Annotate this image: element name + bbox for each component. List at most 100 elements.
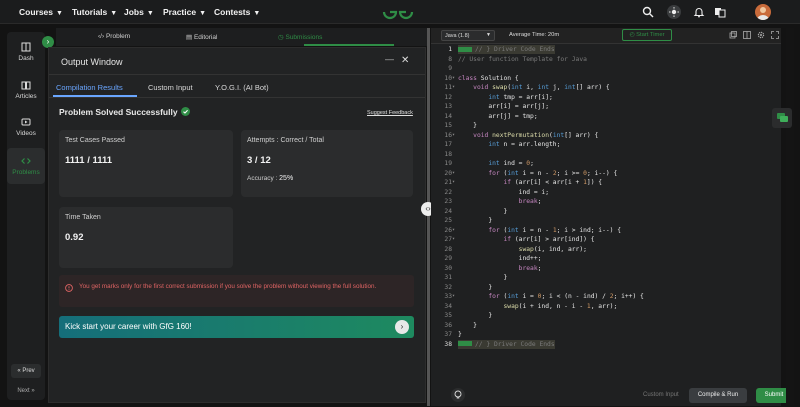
rail-item-problems[interactable]: Problems [7,148,45,184]
prev-button[interactable]: « Prev [11,364,41,378]
nav-jobs[interactable]: Jobs ▼ [124,7,154,17]
page-scrollbar[interactable] [786,28,794,406]
nav-contests-label: Contests [214,7,251,17]
fullscreen-icon[interactable] [771,31,779,39]
chat-button[interactable] [772,108,792,128]
fold-icon[interactable]: ▾ [452,131,455,140]
split-icon[interactable] [743,31,751,39]
code-area[interactable]: 1 // } Driver Code Ends 8 // User function … [431,45,781,373]
suggest-feedback-link[interactable]: Suggest Feedback [367,110,413,116]
theme-toggle-icon[interactable] [667,5,681,19]
line-number: 34 [444,302,452,310]
code-line[interactable]: 23 break; [431,197,781,206]
video-icon [21,118,31,126]
code-line[interactable]: 8 // User function Template for Java [431,55,781,64]
code-line[interactable]: 38 // } Driver Code Ends [431,339,781,349]
code-line[interactable]: 26 ▾ for (int i = n - 1; i > ind; i--) { [431,226,781,235]
code-line[interactable]: 30 break; [431,264,781,273]
language-select[interactable]: Java (1.8) ▼ [441,30,495,41]
minimize-button[interactable]: — [385,54,394,64]
code-line[interactable]: 28 swap(i, ind, arr); [431,245,781,254]
code-line[interactable]: 12 int tmp = arr[i]; [431,93,781,102]
line-number: 27 [444,236,452,243]
collapsed-region-icon[interactable] [458,341,472,346]
nav-practice[interactable]: Practice ▼ [163,7,206,17]
line-number: 35 [444,312,452,319]
settings-icon[interactable] [757,31,765,39]
accuracy-value: 25% [279,175,294,182]
rail-item-videos[interactable]: Videos [7,117,45,137]
code-line[interactable]: 21 ▾ if (arr[i] < arr[i + 1]) { [431,178,781,187]
code-content: void swap(int i, int j, int[] arr) { [458,83,610,92]
tab-yogi-ai-bot[interactable]: Y.O.G.I. (AI Bot) [215,83,269,92]
code-line[interactable]: 18 [431,150,781,159]
tab-editorial[interactable]: ▤ Editorial [186,33,217,41]
code-line[interactable]: 14 arr[j] = tmp; [431,112,781,121]
code-line[interactable]: 16 ▾ void nextPermutation(int[] arr) { [431,131,781,140]
code-line[interactable]: 29 ind++; [431,254,781,263]
code-line[interactable]: 34 swap(i + ind, n - i - 1, arr); [431,302,781,311]
code-line[interactable]: 20 ▾ for (int i = n - 2; i >= 0; i--) { [431,169,781,178]
code-content: for (int i = n - 1; i > ind; i--) { [458,226,621,235]
panel-divider[interactable] [427,28,430,406]
code-line[interactable]: 9 [431,64,781,73]
fold-icon[interactable]: ▾ [452,178,455,187]
compile-run-button[interactable]: Compile & Run [689,388,747,403]
code-line[interactable]: 37} [431,330,781,339]
code-line[interactable]: 22 ind = i; [431,188,781,197]
code-line[interactable]: 19 int ind = 0; [431,159,781,168]
code-line[interactable]: 17 int n = arr.length; [431,140,781,149]
fold-icon[interactable]: ▾ [452,169,455,178]
search-icon[interactable] [642,6,654,18]
code-line[interactable]: 33 ▾ for (int i = 0; i < (n - ind) / 2; i… [431,292,781,301]
nav-courses[interactable]: Courses ▼ [19,7,63,17]
code-line[interactable]: 15 } [431,121,781,130]
code-line[interactable]: 13 arr[i] = arr[j]; [431,102,781,111]
code-line[interactable]: 27 ▾ if (arr[i] > arr[ind]) { [431,235,781,244]
fold-icon[interactable]: ▾ [452,83,455,92]
tab-submissions-label: Submissions [285,34,323,41]
code-line[interactable]: 11 ▾ void swap(int i, int j, int[] arr) { [431,83,781,92]
nav-contests[interactable]: Contests ▼ [214,7,260,17]
rail-item-articles[interactable]: Articles [7,80,45,100]
fold-icon[interactable]: ▾ [452,74,455,83]
chevron-down-icon: ▼ [110,10,118,17]
code-line[interactable]: 31 } [431,273,781,282]
nav-tutorials[interactable]: Tutorials ▼ [72,7,117,17]
code-line[interactable]: 25 } [431,216,781,225]
collapsed-region-icon[interactable] [458,46,472,52]
code-line[interactable]: 24 } [431,207,781,216]
tab-compilation-results[interactable]: Compilation Results [56,83,123,92]
accuracy: Accuracy : 25% [247,175,293,182]
fold-icon[interactable]: ▾ [452,226,455,235]
code-content: int tmp = arr[i]; [458,93,552,102]
gfg-logo[interactable] [381,3,415,21]
code-line[interactable]: 1 // } Driver Code Ends [431,45,781,54]
chevron-down-icon: ▼ [56,10,63,17]
gfg160-banner[interactable]: Kick start your career with GfG 160! › [59,316,414,338]
arrow-right-icon[interactable]: › [395,320,409,334]
code-line[interactable]: 32 } [431,283,781,292]
banner-text: Kick start your career with GfG 160! [65,322,192,331]
fold-icon[interactable]: ▾ [452,235,455,244]
code-content: int n = arr.length; [458,140,560,149]
rail-item-dash[interactable]: Dash [7,42,45,62]
code-line[interactable]: 35 } [431,311,781,320]
next-button[interactable]: Next » [11,385,41,397]
translate-icon[interactable] [714,6,726,18]
fold-icon[interactable]: ▾ [452,292,455,301]
code-line[interactable]: 36 } [431,321,781,330]
tab-custom-input[interactable]: Custom Input [148,83,193,92]
code-line[interactable]: 10 ▾ class Solution { [431,74,781,83]
close-button[interactable]: ✕ [401,55,409,66]
code-content: // } Driver Code Ends [458,45,555,54]
bell-icon[interactable] [693,6,705,18]
start-timer-button[interactable]: ◴ Start Timer [622,29,672,41]
tab-problem[interactable]: ‹/› Problem [98,33,130,40]
avatar[interactable] [755,4,771,20]
hint-button[interactable] [451,388,465,402]
tab-submissions[interactable]: ◷ Submissions [278,33,322,41]
custom-input-button[interactable]: Custom Input [643,392,679,398]
code-text: if (arr[i] > arr[ind]) { [503,236,595,243]
copy-icon[interactable] [729,31,737,39]
